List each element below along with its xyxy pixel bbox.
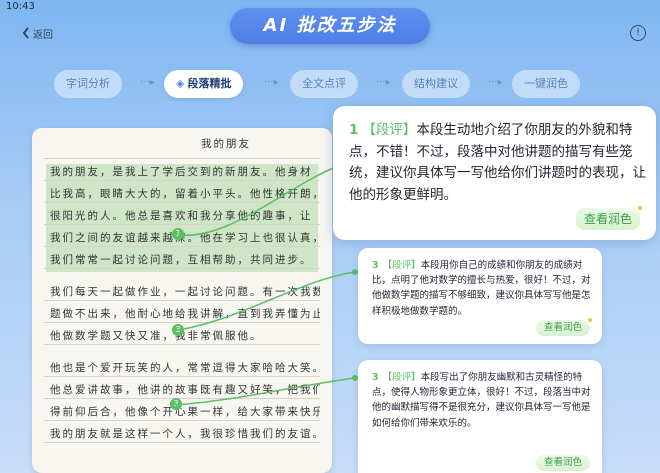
feedback-card-1: 1 【段评】本段生动地介绍了你朋友的外貌和特点，不错！不过，段落中对他讲题的描写有… [333,106,656,240]
feedback-number: 3 [372,260,379,271]
feedback-tag: 【段评】 [382,372,421,383]
view-polish-button[interactable]: 查看润色 [535,320,590,336]
new-dot [638,206,642,210]
feedback-number: 3 [372,372,379,383]
feedback-text: 3 【段评】本段用你自己的成绩和你朋友的成绩对比，点明了他对数学的擅长与热爱，很好… [372,258,594,319]
feedback-number: 1 [349,122,359,138]
feedback-card-2: 3 【段评】本段用你自己的成绩和你朋友的成绩对比，点明了他对数学的擅长与热爱，很好… [358,248,602,344]
feedback-tag: 【段评】 [382,260,421,271]
view-polish-button[interactable]: 查看润色 [575,208,640,230]
new-dot [588,318,592,322]
view-polish-button[interactable]: 查看润色 [535,455,590,471]
feedback-text: 1 【段评】本段生动地介绍了你朋友的外貌和特点，不错！不过，段落中对他讲题的描写有… [349,120,647,206]
feedback-tag: 【段评】 [362,122,417,138]
feedback-card-3: 3 【段评】本段写出了你朋友幽默和古灵精怪的特点，使得人物形象更立体，很好！不过，… [358,360,602,473]
feedback-text: 3 【段评】本段写出了你朋友幽默和古灵精怪的特点，使得人物形象更立体，很好！不过，… [372,370,594,431]
